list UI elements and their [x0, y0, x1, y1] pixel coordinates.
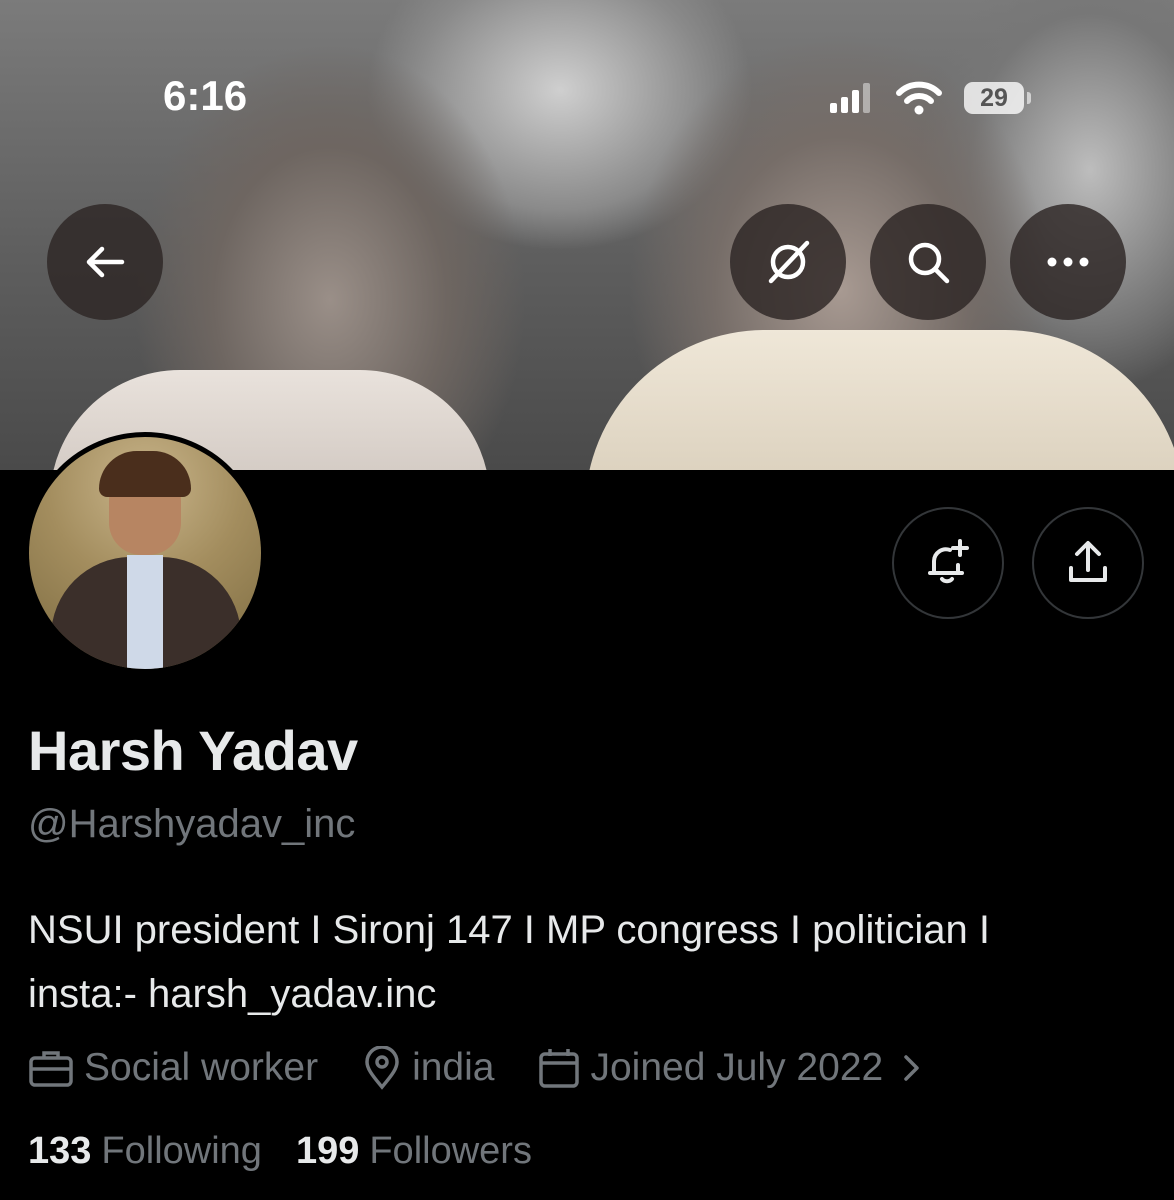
location-item: india — [362, 1046, 494, 1090]
grok-slash-icon — [768, 240, 810, 284]
battery-level: 29 — [980, 83, 1008, 112]
grok-button[interactable] — [730, 204, 846, 320]
following-count: 133 — [28, 1130, 92, 1172]
chevron-right-icon — [904, 1055, 919, 1081]
profile-handle: @Harshyadav_inc — [28, 802, 356, 846]
avatar[interactable] — [24, 432, 266, 674]
following-link[interactable]: 133 Following — [28, 1130, 262, 1173]
share-button[interactable] — [1032, 507, 1144, 619]
followers-link[interactable]: 199 Followers — [296, 1130, 532, 1173]
cellular-signal-icon — [830, 83, 870, 113]
profession-label: Social worker — [84, 1046, 319, 1089]
arrow-left-icon — [86, 246, 125, 278]
status-time: 6:16 — [163, 72, 248, 119]
wifi-icon — [896, 81, 942, 115]
bio-link: insta:- harsh_yadav.inc — [28, 972, 437, 1016]
bio-line: NSUI president I Sironj 147 I MP congres… — [28, 908, 990, 952]
joined-item[interactable]: Joined July 2022 — [538, 1046, 935, 1090]
location-label: india — [412, 1046, 495, 1089]
battery-indicator: 29 — [964, 82, 1031, 114]
bell-plus-icon — [928, 539, 969, 584]
share-icon — [1069, 541, 1107, 582]
search-icon — [908, 242, 950, 284]
notify-button[interactable] — [892, 507, 1004, 619]
followers-count: 199 — [295, 1130, 360, 1172]
following-label: Following — [101, 1130, 262, 1172]
location-pin-icon — [365, 1046, 399, 1090]
profile-name: Harsh Yadav — [28, 719, 358, 782]
briefcase-icon — [29, 1051, 73, 1087]
profile-meta: Social worker india Joined July 2022 — [28, 1040, 979, 1096]
avatar-photo — [29, 437, 261, 669]
profile-banner[interactable] — [0, 0, 1174, 470]
profile-bio: NSUI president I Sironj 147 I MP congres… — [28, 898, 1148, 1026]
more-icon — [1047, 257, 1089, 267]
calendar-icon — [539, 1049, 580, 1088]
banner-figure-right — [585, 330, 1174, 470]
more-button[interactable] — [1010, 204, 1126, 320]
search-button[interactable] — [870, 204, 986, 320]
status-icons: 29 — [830, 78, 1031, 118]
profile-stats: 133 Following 199 Followers — [28, 1130, 566, 1173]
followers-label: Followers — [369, 1130, 532, 1172]
back-button[interactable] — [47, 204, 163, 320]
profession-item: Social worker — [28, 1046, 318, 1090]
joined-label: Joined July 2022 — [590, 1046, 884, 1089]
